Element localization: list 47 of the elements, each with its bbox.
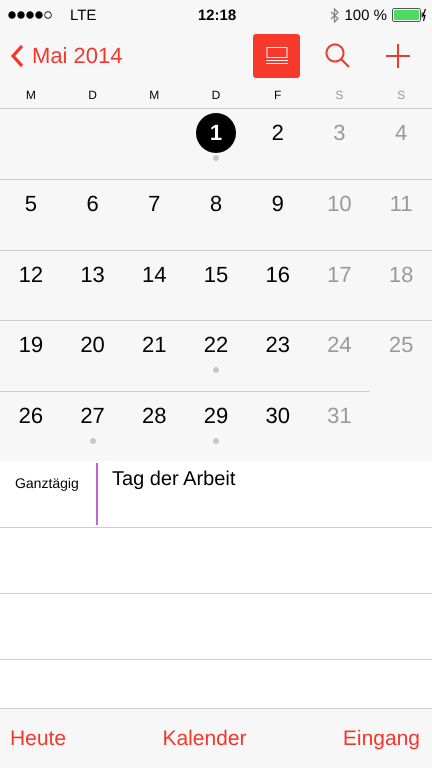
weekday-label: S: [397, 88, 406, 102]
battery-percent: 100 %: [344, 6, 387, 24]
day-number[interactable]: 8: [196, 184, 236, 224]
battery-icon: [392, 8, 426, 22]
chevron-left-icon: [10, 44, 24, 68]
day-number[interactable]: 13: [72, 254, 113, 295]
day-number[interactable]: 27: [72, 396, 113, 436]
day-number[interactable]: 22: [196, 325, 236, 366]
weekday-label: D: [212, 88, 220, 102]
weekday-label: S: [335, 88, 344, 102]
day-number[interactable]: 16: [258, 254, 298, 295]
day-number[interactable]: 9: [258, 184, 298, 224]
list-icon: [266, 47, 288, 65]
weekday-label: F: [274, 88, 282, 102]
weekday-label: M: [26, 88, 36, 102]
weekday-label: D: [88, 88, 97, 102]
bluetooth-icon: [330, 8, 340, 22]
day-number[interactable]: 12: [10, 254, 51, 295]
event-item[interactable]: Tag der Arbeit: [96, 462, 432, 525]
toolbar-button[interactable]: Kalender: [162, 726, 247, 750]
day-number[interactable]: 1: [196, 113, 236, 153]
weekday-label: M: [149, 88, 160, 102]
day-number[interactable]: 19: [10, 325, 51, 366]
carrier-label: LTE: [70, 6, 96, 24]
day-number[interactable]: 7: [134, 184, 174, 224]
plus-icon: [385, 43, 411, 69]
list-view-button[interactable]: [253, 34, 300, 78]
day-number[interactable]: 28: [134, 396, 174, 436]
status-time: 12:18: [198, 6, 236, 24]
day-number[interactable]: 29: [196, 396, 236, 436]
day-number[interactable]: 2: [258, 113, 298, 153]
day-number[interactable]: 6: [72, 184, 113, 224]
day-number[interactable]: 23: [258, 325, 298, 366]
event-title: Tag der Arbeit: [112, 468, 236, 490]
day-number[interactable]: 14: [134, 254, 174, 295]
search-icon: [325, 43, 351, 69]
toolbar-button[interactable]: Eingang: [342, 726, 420, 750]
back-button[interactable]: Mai 2014: [10, 43, 123, 69]
day-number[interactable]: 30: [258, 396, 298, 436]
day-number[interactable]: 20: [72, 325, 113, 366]
day-number[interactable]: 5: [10, 184, 51, 224]
day-number[interactable]: 26: [10, 396, 51, 436]
day-number[interactable]: 15: [196, 254, 236, 295]
all-day-label: Ganztägig: [14, 474, 80, 493]
toolbar-button[interactable]: Heute: [10, 726, 66, 750]
signal-icon: [8, 11, 52, 19]
day-number[interactable]: 21: [134, 325, 174, 366]
